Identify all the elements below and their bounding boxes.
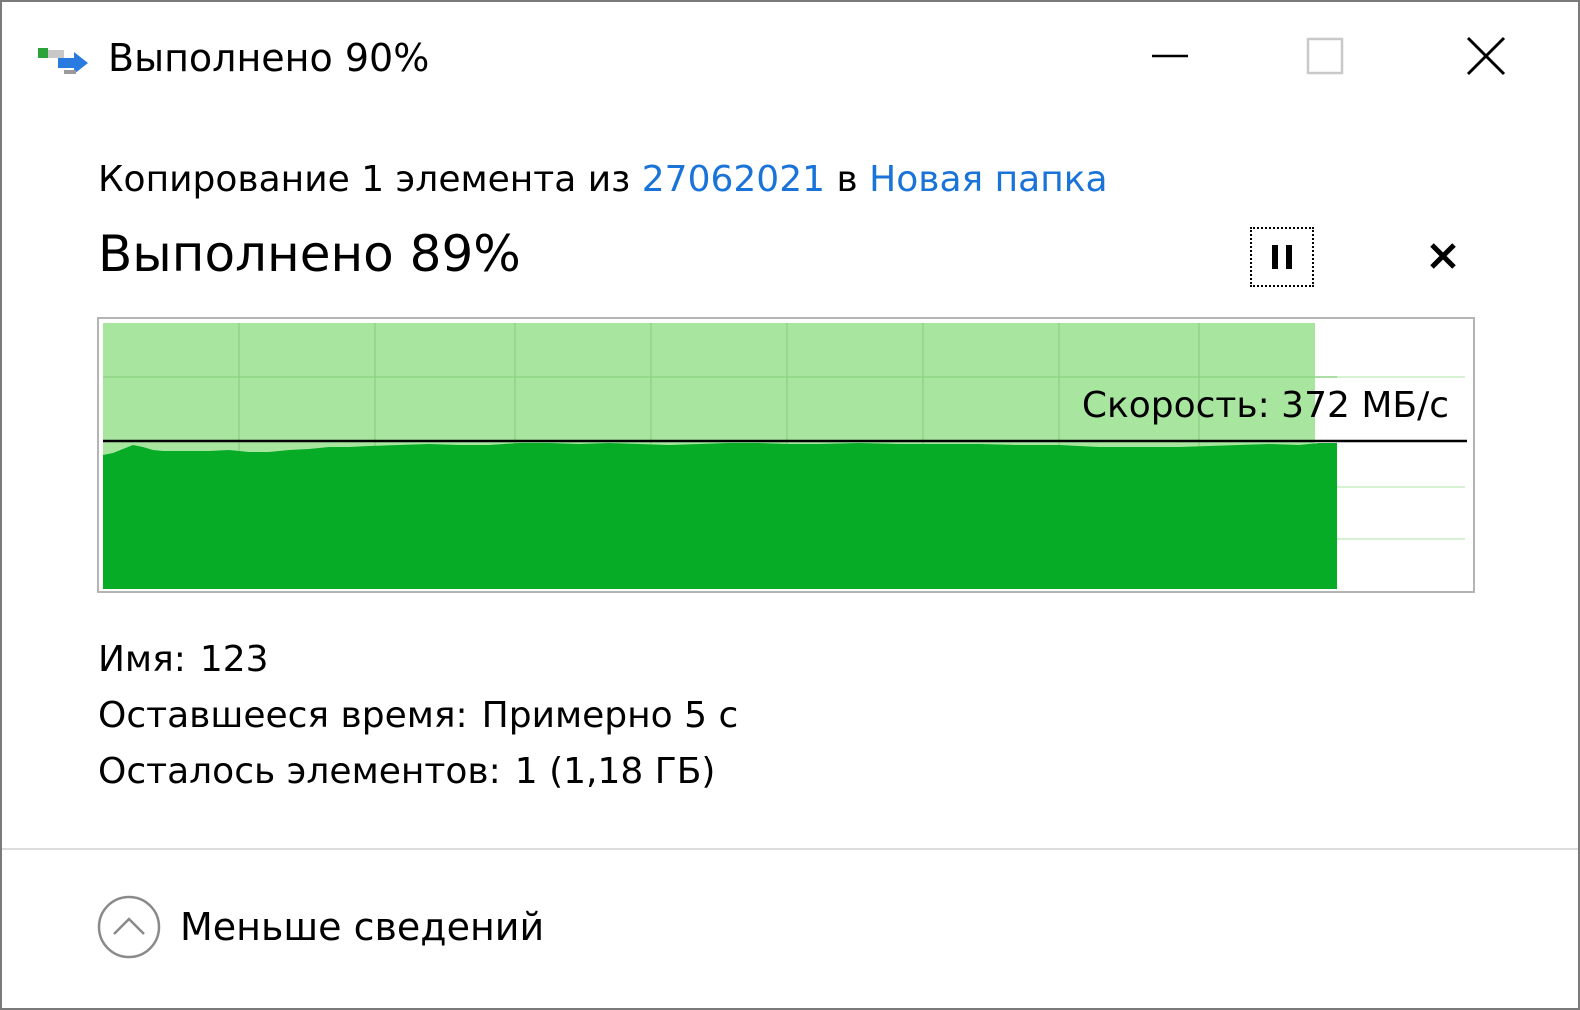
cancel-button[interactable] xyxy=(1410,227,1474,287)
time-remaining-label: Оставшееся время: xyxy=(98,695,468,736)
name-value: 123 xyxy=(199,639,269,680)
minimize-button[interactable] xyxy=(1130,16,1214,100)
speed-graph-canvas xyxy=(103,323,1467,589)
operation-prefix: Копирование 1 элемента из xyxy=(98,159,631,200)
title-bar: Выполнено 90% xyxy=(2,2,1578,112)
less-details-label: Меньше сведений xyxy=(180,905,545,949)
time-remaining-value: Примерно 5 с xyxy=(481,695,739,736)
speed-label: Скорость: 372 МБ/с xyxy=(1081,385,1449,426)
detail-time-row: Оставшееся время: Примерно 5 с xyxy=(98,688,738,744)
source-folder-link[interactable]: 27062021 xyxy=(642,159,825,200)
progress-heading: Выполнено 89% xyxy=(98,225,521,283)
destination-folder-link[interactable]: Новая папка xyxy=(869,159,1107,200)
close-button[interactable] xyxy=(1444,16,1528,100)
close-icon xyxy=(1466,36,1506,76)
operation-description: Копирование 1 элемента из 27062021 в Нов… xyxy=(98,154,1108,206)
throughput-area xyxy=(103,443,1337,589)
items-remaining-value: 1 (1,18 ГБ) xyxy=(514,751,716,792)
maximize-icon xyxy=(1306,37,1344,75)
detail-name-row: Имя: 123 xyxy=(98,632,738,688)
pause-button[interactable] xyxy=(1250,227,1314,287)
detail-items-row: Осталось элементов: 1 (1,18 ГБ) xyxy=(98,744,738,800)
copy-dialog-window: Выполнено 90% Копирование 1 элемента из … xyxy=(0,0,1580,1010)
window-title: Выполнено 90% xyxy=(108,36,430,80)
footer-divider xyxy=(2,848,1578,850)
minimize-icon xyxy=(1152,54,1188,58)
speed-graph: Скорость: 372 МБ/с xyxy=(97,317,1475,593)
cancel-icon xyxy=(1430,243,1456,269)
operation-connector: в xyxy=(836,159,858,200)
file-copy-icon xyxy=(36,42,92,82)
pause-icon xyxy=(1272,245,1292,269)
chevron-up-icon xyxy=(96,894,162,960)
less-details-button[interactable]: Меньше сведений xyxy=(96,892,544,962)
maximize-button xyxy=(1284,16,1368,100)
details-section: Имя: 123 Оставшееся время: Примерно 5 с Ос… xyxy=(98,632,738,800)
name-label: Имя: xyxy=(98,639,186,680)
items-remaining-label: Осталось элементов: xyxy=(98,751,501,792)
